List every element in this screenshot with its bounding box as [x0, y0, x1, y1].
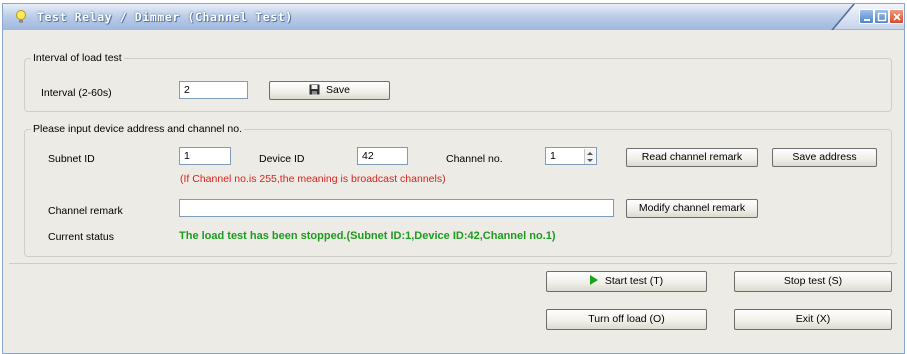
channel-no-label: Channel no. — [446, 153, 503, 165]
interval-input[interactable]: 2 — [179, 81, 248, 99]
interval-group-legend: Interval of load test — [33, 52, 122, 64]
save-button-label: Save — [326, 84, 350, 96]
close-icon — [893, 13, 901, 21]
stepper-down-icon[interactable] — [587, 159, 593, 162]
window-title: Test Relay / Dimmer (Channel Test) — [37, 10, 293, 24]
divider — [9, 263, 897, 264]
stop-test-button[interactable]: Stop test (S) — [734, 271, 892, 292]
stepper-arrows[interactable] — [584, 149, 595, 164]
title-bar[interactable]: Test Relay / Dimmer (Channel Test) — [3, 4, 904, 30]
modify-channel-remark-button[interactable]: Modify channel remark — [626, 199, 758, 218]
interval-group: Interval of load test — [24, 52, 892, 112]
subnet-id-input[interactable]: 1 — [179, 147, 231, 165]
channel-no-value: 1 — [550, 150, 556, 162]
minimize-icon — [864, 19, 870, 21]
status-message: The load test has been stopped.(Subnet I… — [179, 230, 556, 242]
channel-remark-input[interactable] — [179, 199, 614, 217]
maximize-button[interactable] — [874, 9, 889, 24]
bulb-icon — [15, 9, 27, 25]
turn-off-load-button[interactable]: Turn off load (O) — [546, 309, 707, 330]
subnet-id-label: Subnet ID — [48, 153, 95, 165]
exit-button[interactable]: Exit (X) — [734, 309, 892, 330]
save-button[interactable]: Save — [269, 81, 390, 100]
minimize-button[interactable] — [859, 9, 874, 24]
device-id-input[interactable]: 42 — [357, 147, 408, 165]
address-group-legend: Please input device address and channel … — [33, 123, 242, 135]
close-button[interactable] — [889, 9, 904, 24]
read-channel-remark-button[interactable]: Read channel remark — [626, 148, 758, 167]
play-icon — [589, 275, 598, 285]
device-id-label: Device ID — [259, 153, 305, 165]
interval-label: Interval (2-60s) — [41, 87, 112, 99]
floppy-disk-icon — [309, 84, 320, 95]
start-test-button[interactable]: Start test (T) — [546, 271, 707, 292]
app-window: Test Relay / Dimmer (Channel Test) Inter… — [2, 3, 905, 354]
stepper-up-icon[interactable] — [587, 152, 593, 155]
start-test-label: Start test (T) — [604, 275, 664, 287]
current-status-label: Current status — [48, 231, 114, 243]
broadcast-hint: (If Channel no.is 255,the meaning is bro… — [180, 173, 446, 185]
maximize-icon — [877, 12, 887, 22]
channel-remark-label: Channel remark — [48, 205, 123, 217]
save-address-button[interactable]: Save address — [772, 148, 877, 167]
channel-no-stepper[interactable]: 1 — [545, 147, 597, 165]
